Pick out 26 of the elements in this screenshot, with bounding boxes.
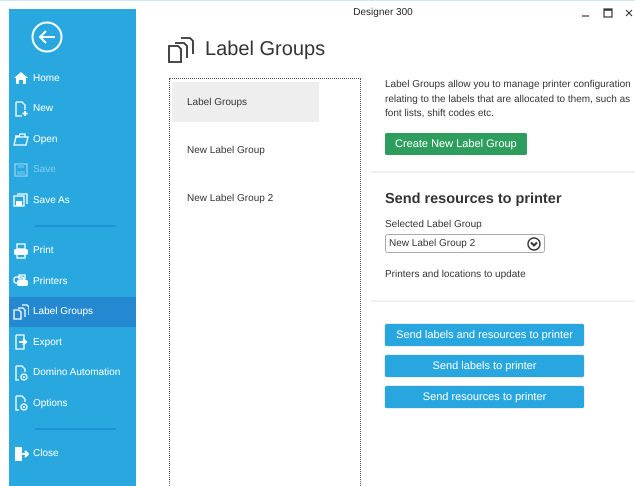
field-label: Selected Label Group — [385, 218, 483, 232]
sidebar-item[interactable]: Print — [9, 236, 136, 266]
section-heading: Send resources to printer — [385, 191, 562, 208]
group-dropdown[interactable]: New Label Group 2 — [385, 234, 545, 254]
send-button[interactable]: Send labels to printer — [385, 355, 584, 378]
field-label: Printers and locations to update — [385, 268, 527, 282]
create-button[interactable]: Create New Label Group — [385, 132, 527, 155]
send-button[interactable]: Send labels and resources to printer — [385, 324, 584, 346]
list-item[interactable]: Label Groups — [172, 82, 319, 122]
dropdown-value: New Label Group 2 — [389, 237, 476, 252]
page-title: Label Groups — [205, 37, 326, 62]
sidebar-item[interactable]: Close — [9, 438, 136, 469]
sidebar-item[interactable]: Options — [9, 388, 136, 418]
sidebar-item[interactable]: Printers — [9, 266, 136, 296]
sidebar-item[interactable]: Open — [9, 124, 136, 154]
sidebar-item[interactable]: Export — [9, 327, 136, 358]
window-title: Designer 300 — [352, 6, 414, 20]
description-text: Label Groups allow you to manage printer configuration relating to the labels that are allocated to them, such as font lists, shift codes etc. — [385, 78, 632, 121]
sidebar-item[interactable]: Label Groups — [9, 296, 136, 327]
sidebar-item[interactable]: Domino Automation — [9, 358, 136, 388]
sidebar-item[interactable]: New — [9, 94, 136, 124]
list-item[interactable]: New Label Group 2 — [172, 178, 319, 218]
sidebar-item[interactable]: Home — [9, 63, 136, 94]
list-item[interactable]: New Label Group — [172, 130, 319, 170]
sidebar-item[interactable]: Save As — [9, 185, 136, 216]
send-button[interactable]: Send resources to printer — [385, 386, 584, 408]
